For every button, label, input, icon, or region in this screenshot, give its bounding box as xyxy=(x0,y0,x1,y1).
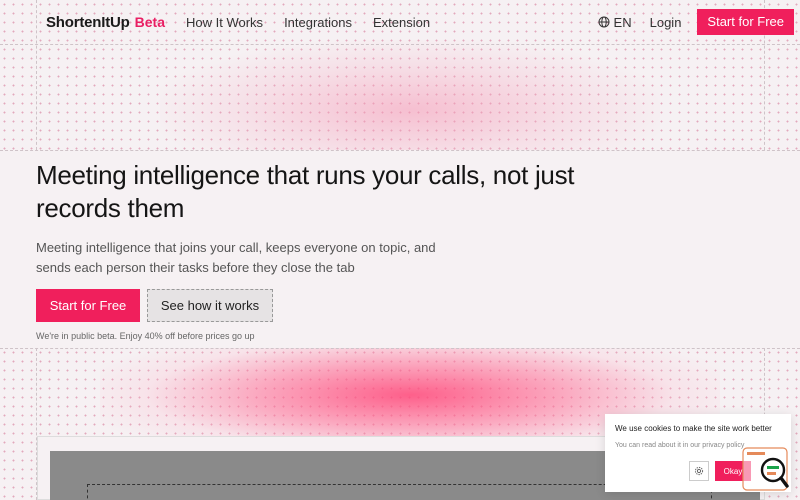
nav-link-how-it-works[interactable]: How It Works xyxy=(186,15,263,30)
floating-search-button[interactable] xyxy=(741,446,789,492)
hero-headline: Meeting intelligence that runs your call… xyxy=(36,160,575,223)
globe-icon xyxy=(598,16,610,28)
beta-badge: Beta xyxy=(134,14,165,30)
cookie-title: We use cookies to make the site work bet… xyxy=(615,424,772,433)
nav-link-extension[interactable]: Extension xyxy=(373,15,430,30)
language-selector[interactable]: EN xyxy=(598,15,632,30)
divider xyxy=(0,44,800,45)
search-icon xyxy=(742,447,789,491)
language-label: EN xyxy=(613,14,632,30)
start-free-nav-button[interactable]: Start for Free xyxy=(697,9,794,35)
hero-subline: Meeting intelligence that joins your cal… xyxy=(36,240,436,275)
divider xyxy=(0,348,800,349)
nav-link-integrations[interactable]: Integrations xyxy=(284,15,352,30)
start-free-button[interactable]: Start for Free xyxy=(36,289,140,322)
gear-icon xyxy=(694,466,704,476)
nav-right: EN Login Start for Free xyxy=(598,9,794,35)
top-nav: ShortenItUp Beta How It Works Integratio… xyxy=(36,0,794,44)
divider xyxy=(0,150,800,151)
cookie-settings-button[interactable] xyxy=(689,461,709,481)
beta-note: We're in public beta. Enjoy 40% off befo… xyxy=(36,331,255,341)
see-how-it-works-button[interactable]: See how it works xyxy=(147,289,273,322)
login-link[interactable]: Login xyxy=(650,15,682,30)
brand-logo[interactable]: ShortenItUp xyxy=(46,14,130,31)
